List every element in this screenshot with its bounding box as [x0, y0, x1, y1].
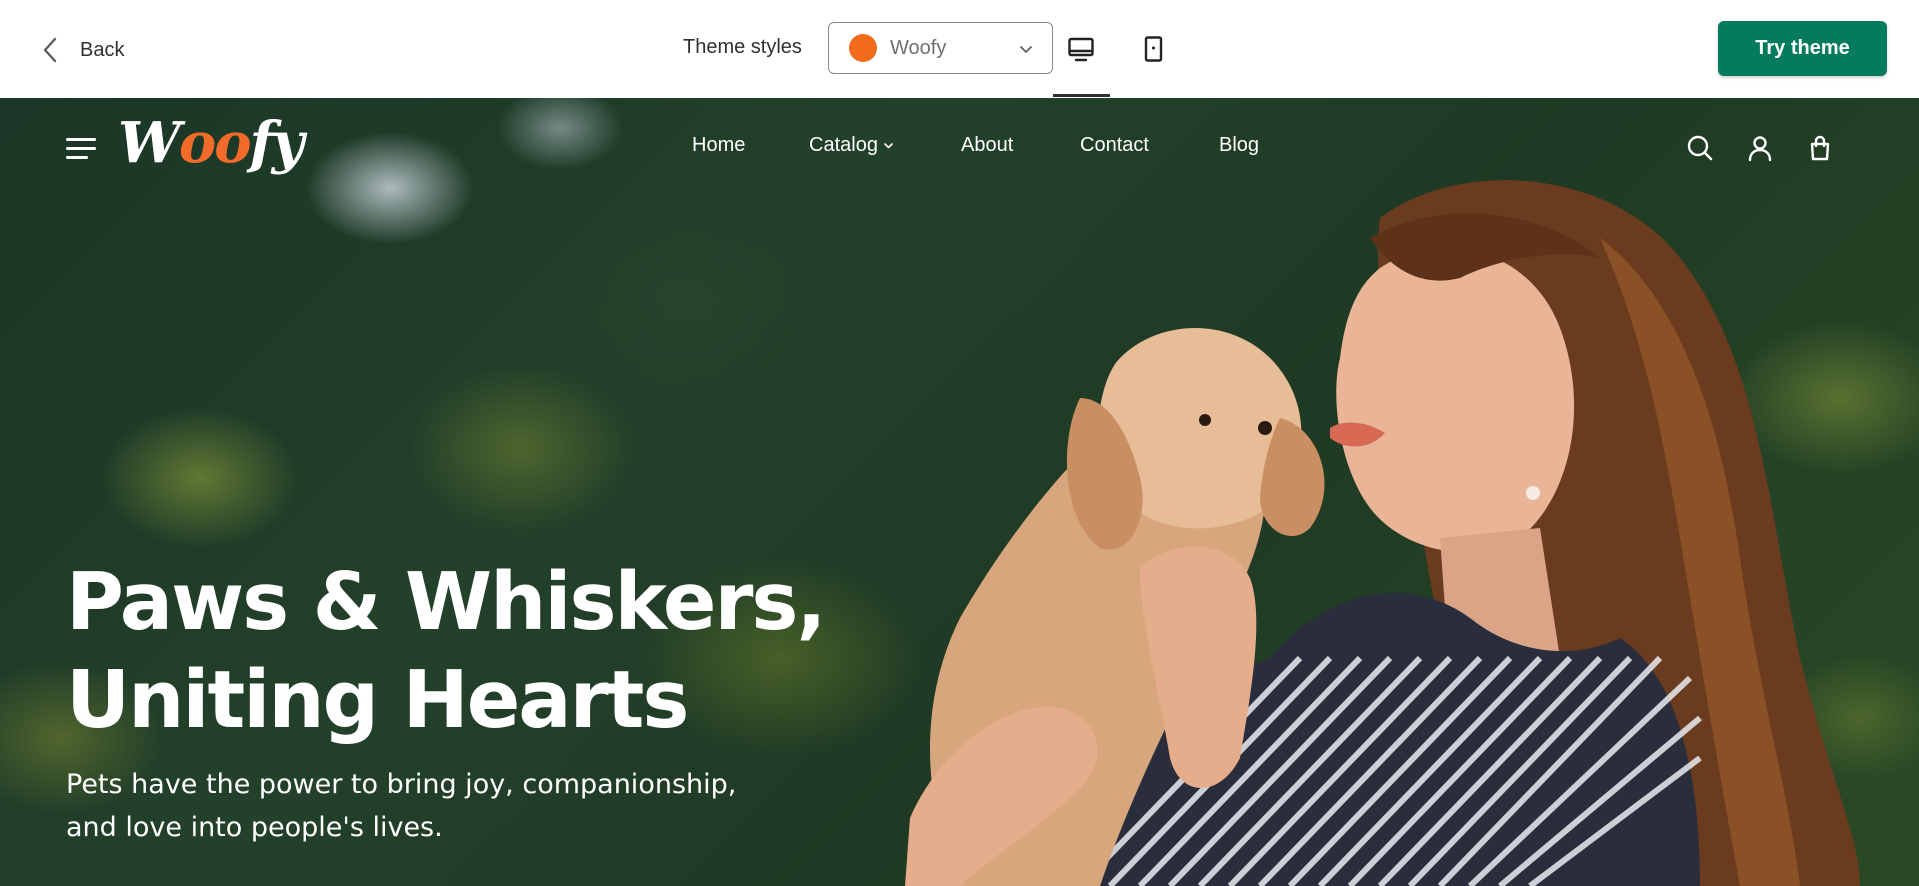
active-device-indicator — [1053, 94, 1110, 97]
logo-text-start: W — [118, 110, 181, 176]
store-preview-hero: Woo fy Home Catalog About Contact Blog P… — [0, 98, 1919, 886]
try-theme-button[interactable]: Try theme — [1718, 21, 1887, 76]
desktop-icon — [1068, 37, 1094, 62]
nav-contact[interactable]: Contact — [1080, 134, 1149, 157]
search-icon[interactable] — [1686, 134, 1714, 162]
hero-title-line-2: Uniting Hearts — [66, 654, 689, 746]
menu-icon[interactable] — [66, 138, 96, 160]
hero-title: Paws & Whiskers, Uniting Hearts — [66, 553, 826, 749]
hero-subtitle-line-1: Pets have the power to bring joy, compan… — [66, 769, 737, 800]
desktop-view-button[interactable] — [1064, 32, 1098, 66]
back-button[interactable]: Back — [40, 32, 124, 68]
style-swatch — [849, 34, 877, 62]
back-label: Back — [80, 38, 125, 61]
nav-about-label: About — [961, 134, 1014, 156]
cart-icon[interactable] — [1806, 134, 1834, 162]
store-header: Woo fy Home Catalog About Contact Blog — [0, 98, 1919, 198]
theme-style-select[interactable]: Woofy — [828, 22, 1053, 74]
logo-text-end: fy — [249, 110, 305, 176]
hero-title-line-1: Paws & Whiskers, — [66, 556, 826, 648]
mobile-view-button[interactable] — [1136, 32, 1170, 66]
theme-style-value: Woofy — [890, 36, 947, 59]
nav-home-label: Home — [692, 134, 746, 156]
chevron-left-icon — [43, 37, 57, 63]
mobile-icon — [1144, 36, 1163, 62]
hero-subtitle-line-2: and love into people's lives. — [66, 812, 443, 843]
nav-about[interactable]: About — [961, 134, 1013, 157]
nav-home[interactable]: Home — [692, 134, 745, 157]
chevron-down-icon — [1020, 46, 1032, 53]
nav-blog-label: Blog — [1219, 134, 1260, 156]
store-logo[interactable]: Woo fy — [118, 110, 305, 180]
nav-catalog[interactable]: Catalog — [809, 134, 894, 157]
account-icon[interactable] — [1746, 134, 1774, 162]
theme-styles-label: Theme styles — [683, 36, 802, 58]
nav-catalog-label: Catalog — [809, 134, 878, 156]
nav-blog[interactable]: Blog — [1219, 134, 1259, 157]
nav-contact-label: Contact — [1080, 134, 1149, 156]
logo-text-accent: oo — [178, 110, 252, 176]
chevron-down-icon — [884, 143, 893, 149]
theme-preview-bar: Back Theme styles Woofy Try theme — [0, 0, 1919, 98]
hero-subtitle: Pets have the power to bring joy, compan… — [66, 763, 766, 849]
